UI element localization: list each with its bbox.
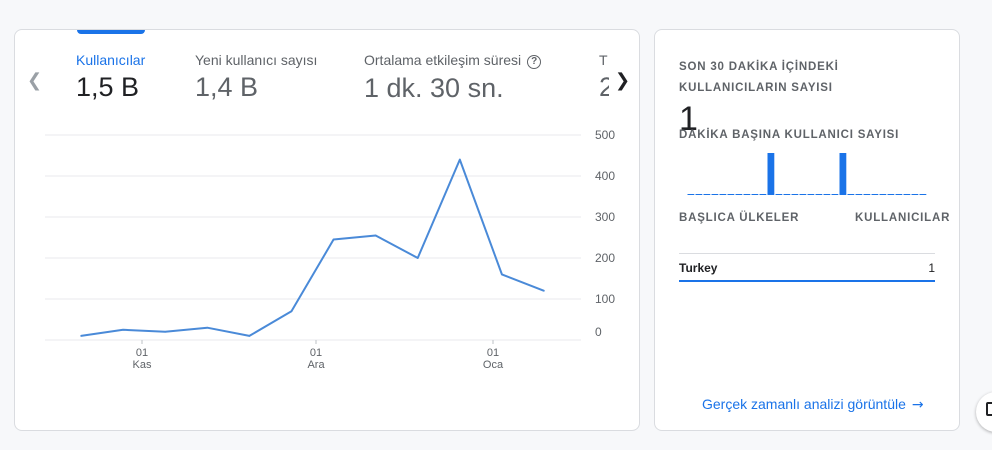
overview-card: ❮ Kullanıcılar 1,5 B Yeni kullanıcı sayı… <box>14 29 640 431</box>
minute-bar <box>783 194 791 195</box>
minute-bar <box>871 194 879 195</box>
y-tick-label: 500 <box>595 128 615 142</box>
y-tick-label: 100 <box>595 292 615 306</box>
minute-bar <box>879 194 887 195</box>
minute-bar <box>743 194 751 195</box>
minute-bar <box>759 194 767 195</box>
minute-bar <box>855 194 863 195</box>
per-minute-bar-chart <box>687 153 927 195</box>
minute-bar <box>903 194 911 195</box>
y-tick-label: 200 <box>595 251 615 265</box>
top-countries-header: BAŞLICA ÜLKELER <box>679 212 800 224</box>
minute-bar <box>687 194 695 195</box>
minute-bar <box>727 194 735 195</box>
data-point <box>459 158 461 161</box>
minute-bar <box>703 194 711 195</box>
data-point <box>332 238 335 241</box>
country-share-bar <box>679 280 935 282</box>
x-tick-month: Kas <box>133 359 152 371</box>
minute-bar <box>823 194 831 195</box>
data-point <box>164 331 166 333</box>
x-tick-day: 01 <box>310 347 322 359</box>
users-header: KULLANICILAR <box>855 212 951 224</box>
data-point <box>501 273 503 276</box>
minute-bar <box>735 194 743 195</box>
series-line <box>80 158 545 337</box>
y-tick-label: 400 <box>595 169 615 183</box>
view-realtime-label: Gerçek zamanlı analizi görüntüle <box>702 396 906 412</box>
minute-bar <box>911 194 919 195</box>
minute-bar <box>799 194 807 195</box>
minute-bar <box>807 194 815 195</box>
x-tick-day: 01 <box>136 347 148 359</box>
data-point <box>122 328 124 331</box>
data-point <box>374 234 377 237</box>
x-tick-month: Oca <box>483 359 504 371</box>
minute-bar <box>791 194 799 195</box>
minute-bar <box>711 194 719 195</box>
realtime-card: SON 30 DAKİKA İÇİNDEKİ KULLANICILARIN SA… <box>654 29 960 431</box>
realtime-title: SON 30 DAKİKA İÇİNDEKİ KULLANICILARIN SA… <box>679 61 839 94</box>
data-point <box>543 290 545 292</box>
x-tick-month: Ara <box>307 359 325 371</box>
minute-bar <box>719 194 727 195</box>
x-tick-day: 01 <box>487 347 499 359</box>
per-minute-label: DAKİKA BAŞINA KULLANICI SAYISI <box>679 129 900 141</box>
feedback-button[interactable] <box>976 392 992 432</box>
table-divider <box>679 253 935 254</box>
arrow-right-icon: → <box>911 397 924 413</box>
country-users: 1 <box>928 261 935 275</box>
country-name: Turkey <box>679 261 718 275</box>
y-tick-label: 0 <box>595 325 602 339</box>
users-line-chart: 010020030040050001Kas01Ara01Oca <box>45 128 615 371</box>
y-tick-label: 300 <box>595 210 615 224</box>
minute-bar <box>751 194 759 195</box>
data-point <box>416 257 419 259</box>
minute-bar <box>815 194 823 195</box>
table-row: Turkey 1 <box>679 261 935 275</box>
minute-bar <box>847 194 855 195</box>
data-point <box>80 335 82 337</box>
minute-bar <box>919 194 927 195</box>
data-point <box>290 310 293 313</box>
data-point <box>248 335 251 337</box>
feedback-icon <box>986 402 992 416</box>
minute-bar <box>695 194 703 195</box>
data-point <box>206 326 209 329</box>
view-realtime-link[interactable]: Gerçek zamanlı analizi görüntüle → <box>702 396 924 413</box>
minute-bar <box>895 194 903 195</box>
minute-bar <box>831 194 839 195</box>
minute-bar <box>887 194 895 195</box>
minute-bar <box>863 194 871 195</box>
minute-bar <box>839 153 847 195</box>
minute-bar <box>767 153 775 195</box>
minute-bar <box>775 194 783 195</box>
